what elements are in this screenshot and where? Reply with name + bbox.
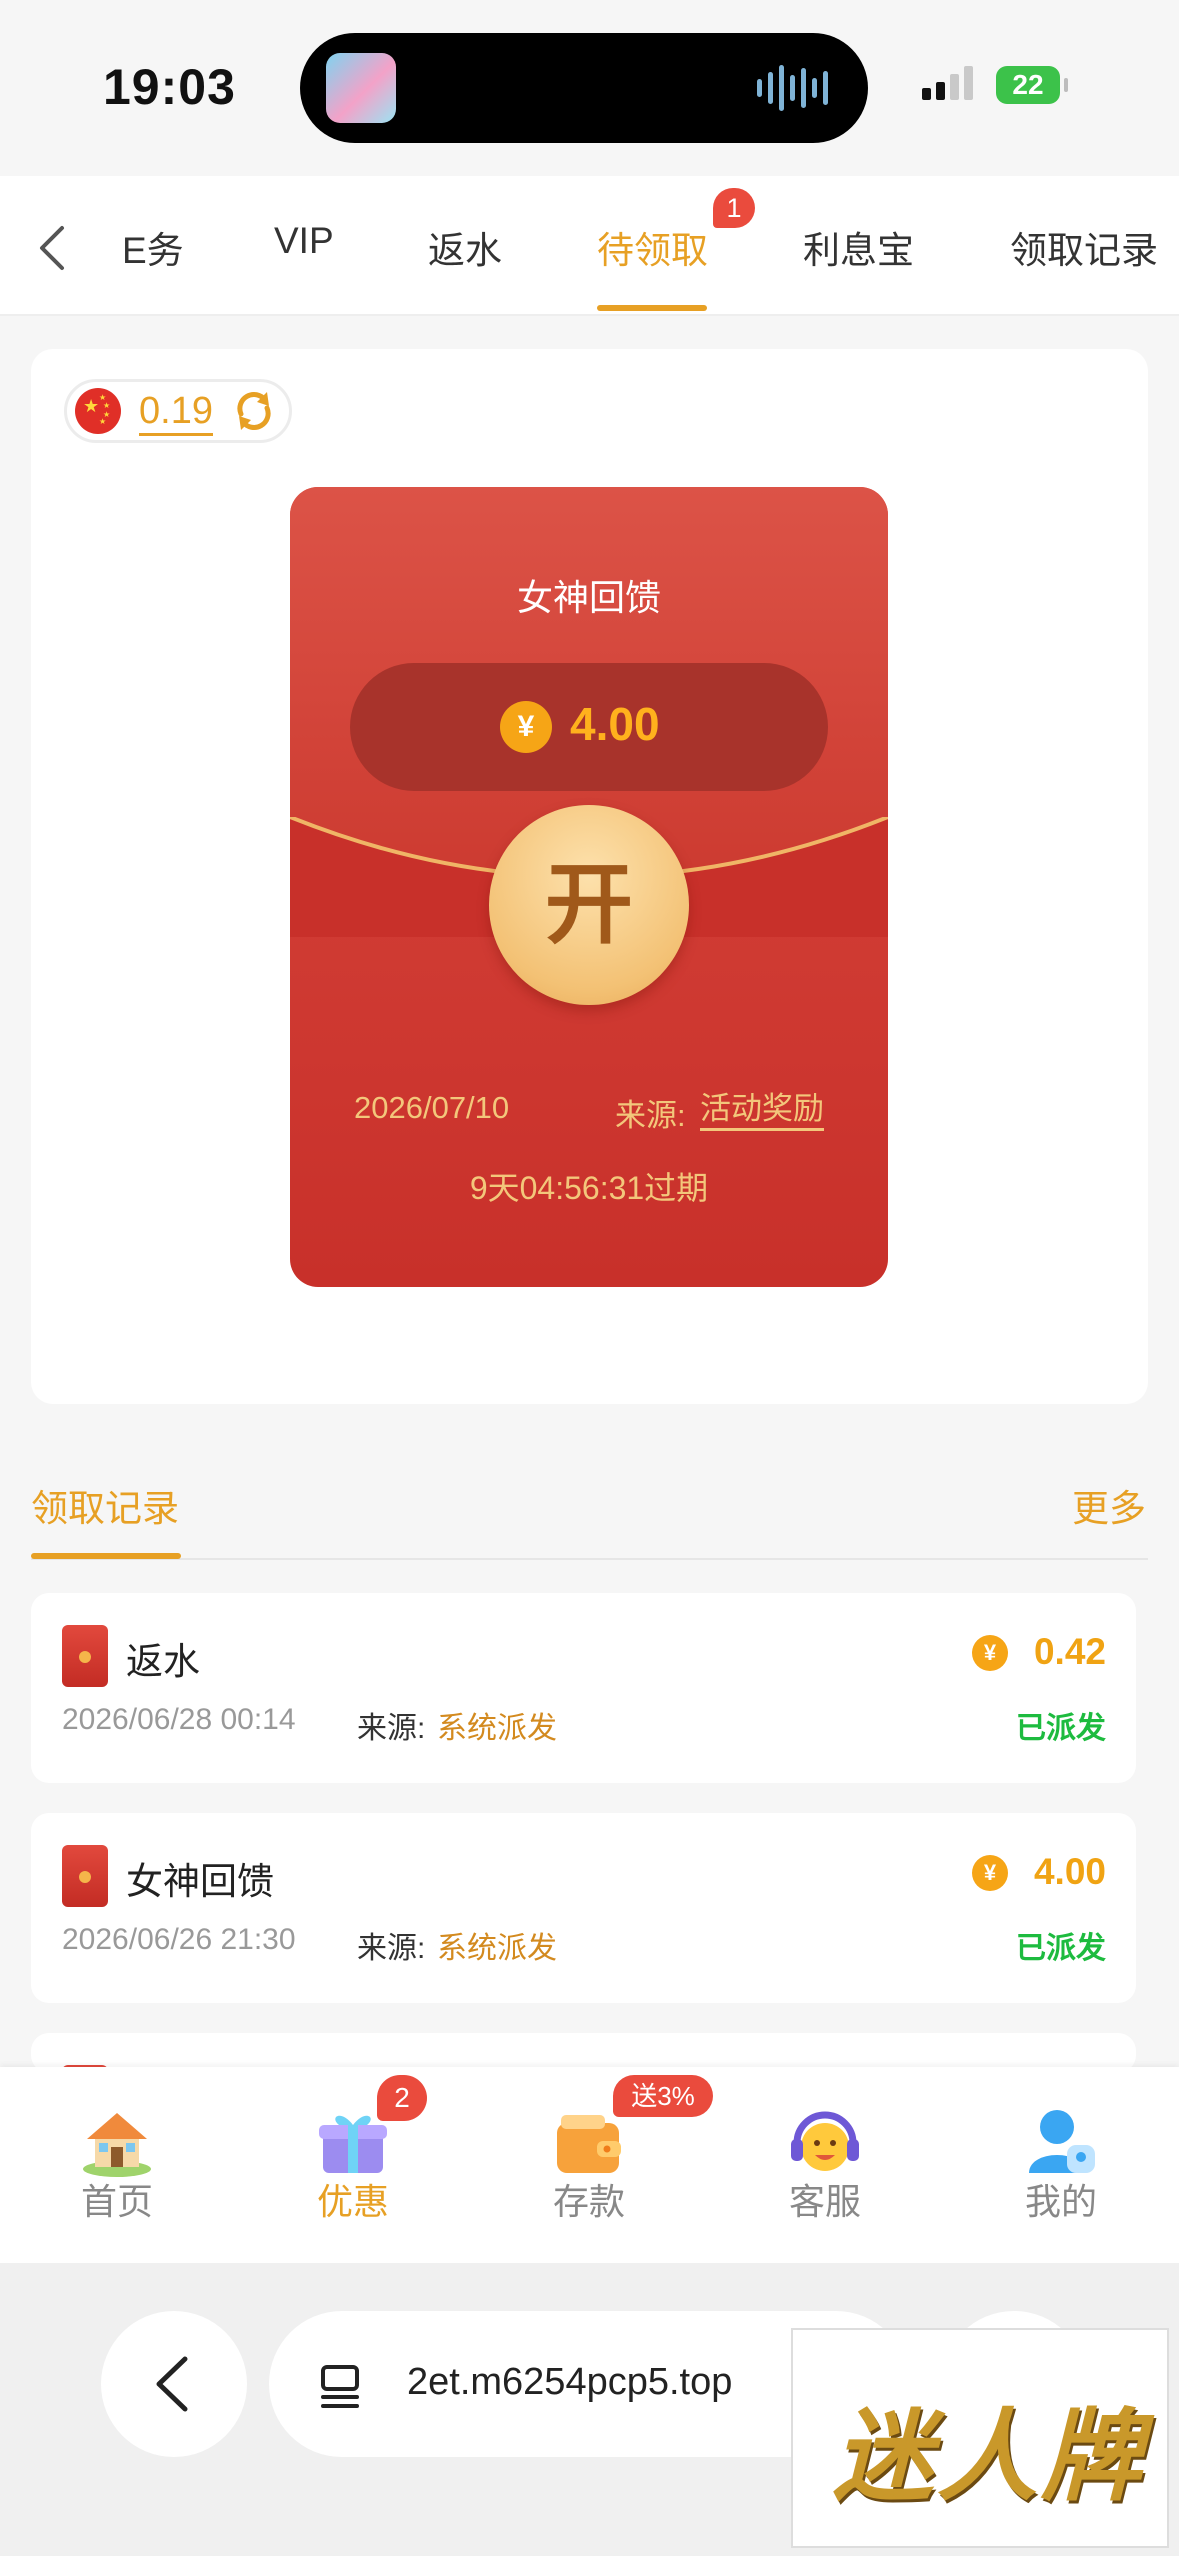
status-time: 19:03 xyxy=(103,59,236,115)
balance-value: 0.19 xyxy=(139,389,213,436)
records-title-underline xyxy=(31,1553,181,1559)
audio-wave-icon xyxy=(757,63,828,113)
records-section-title[interactable]: 领取记录 xyxy=(31,1478,179,1532)
china-flag-icon: ★ ★ ★ ★ ★ xyxy=(75,388,121,434)
dynamic-island xyxy=(300,33,868,143)
envelope-title: 女神回馈 xyxy=(516,577,661,618)
yuan-coin-icon: ¥ xyxy=(972,1635,1008,1671)
tab-vip[interactable]: VIP xyxy=(274,220,334,262)
balance-pill: ★ ★ ★ ★ ★ 0.19 xyxy=(64,379,292,443)
tab-task[interactable]: E务 xyxy=(122,220,184,274)
records-divider xyxy=(31,1558,1148,1560)
chevron-left-icon[interactable] xyxy=(30,220,74,276)
home-icon xyxy=(83,2113,151,2177)
record-source: 系统派发 xyxy=(437,1932,557,1965)
envelope-amount-pill: ¥ 4.00 xyxy=(350,663,828,791)
nav-promotions-label: 优惠 xyxy=(316,2181,389,2222)
open-envelope-button[interactable]: 开 xyxy=(489,805,689,1005)
refresh-icon[interactable] xyxy=(231,388,277,434)
nav-home[interactable]: 首页 xyxy=(17,2067,217,2263)
envelope-expire-countdown: 9天04:56:31过期 xyxy=(469,1170,709,1206)
record-amount: 4.00 xyxy=(1033,1851,1106,1892)
cellular-signal-icon xyxy=(922,66,973,100)
watermark-logo: 迷人牌 xyxy=(791,2328,1169,2548)
record-source: 系统派发 xyxy=(437,1712,557,1745)
envelope-date: 2026/07/10 xyxy=(354,1090,510,1125)
record-status: 已派发 xyxy=(1016,1932,1106,1965)
now-playing-artwork xyxy=(326,53,396,123)
record-title: 女神回馈 xyxy=(126,1861,274,1902)
battery-indicator: 22 xyxy=(996,66,1068,104)
tab-rebate[interactable]: 返水 xyxy=(428,220,502,274)
status-bar: 19:03 22 xyxy=(0,0,1179,176)
tab-claim-records[interactable]: 领取记录 xyxy=(1010,220,1158,274)
record-datetime: 2026/06/26 21:30 xyxy=(62,1923,296,1956)
watermark-text: 迷人牌 xyxy=(833,2401,1145,2513)
record-amount: 0.42 xyxy=(1033,1631,1106,1672)
support-icon xyxy=(791,2111,859,2171)
record-source-label: 来源: xyxy=(357,1712,426,1745)
pending-envelope-card: ★ ★ ★ ★ ★ 0.19 女神回馈 ¥ 4.00 开 2026/07/10 … xyxy=(31,349,1148,1404)
nav-profile[interactable]: 我的 xyxy=(961,2067,1161,2263)
red-envelope-icon xyxy=(62,1845,108,1907)
nav-customer-service-label: 客服 xyxy=(788,2181,861,2222)
tab-pending[interactable]: 待领取 xyxy=(597,220,708,274)
tab-pending-badge: 1 xyxy=(713,188,755,228)
browser-url: 2et.m6254pcp5.top xyxy=(407,2361,733,2403)
yuan-coin-icon: ¥ xyxy=(500,701,552,753)
envelope-source-label: 来源: xyxy=(615,1098,686,1133)
nav-customer-service[interactable]: 客服 xyxy=(725,2067,925,2263)
nav-deposit-badge: 送3% xyxy=(613,2075,713,2117)
record-status: 已派发 xyxy=(1016,1712,1106,1745)
record-row[interactable]: 返水 2026/06/28 00:14 来源: 系统派发 ¥ 0.42 已派发 xyxy=(31,1593,1136,1783)
active-tab-indicator xyxy=(597,305,707,311)
red-envelope: 女神回馈 ¥ 4.00 开 2026/07/10 来源: 活动奖励 9天04:5… xyxy=(290,487,888,1287)
record-source-label: 来源: xyxy=(357,1932,426,1965)
envelope-amount: 4.00 xyxy=(570,698,660,750)
nav-deposit[interactable]: 存款 送3% xyxy=(489,2067,713,2263)
nav-deposit-label: 存款 xyxy=(552,2181,625,2222)
nav-home-label: 首页 xyxy=(80,2181,153,2222)
record-title: 返水 xyxy=(126,1641,200,1682)
nav-profile-label: 我的 xyxy=(1024,2181,1097,2222)
bottom-navigation: 首页 优惠 2 存款 送3% 客服 我的 xyxy=(0,2067,1179,2263)
browser-back-button[interactable] xyxy=(101,2311,247,2457)
envelope-source-link[interactable]: 活动奖励 xyxy=(700,1090,824,1131)
category-tab-bar: E务 VIP 返水 待领取 利息宝 领取记录 1 xyxy=(0,176,1179,316)
user-icon xyxy=(1029,2110,1095,2173)
tabs-icon xyxy=(321,2365,359,2408)
record-datetime: 2026/06/28 00:14 xyxy=(62,1703,296,1736)
tab-interest[interactable]: 利息宝 xyxy=(803,220,914,274)
nav-promotions[interactable]: 优惠 2 xyxy=(253,2067,453,2263)
record-row[interactable]: 女神回馈 2026/06/26 21:30 来源: 系统派发 ¥ 4.00 已派… xyxy=(31,1813,1136,2003)
nav-promotions-badge: 2 xyxy=(377,2075,427,2121)
chevron-left-icon xyxy=(156,2356,188,2412)
records-more-link[interactable]: 更多 xyxy=(1072,1478,1146,1532)
yuan-coin-icon: ¥ xyxy=(972,1855,1008,1891)
red-envelope-icon xyxy=(62,1625,108,1687)
